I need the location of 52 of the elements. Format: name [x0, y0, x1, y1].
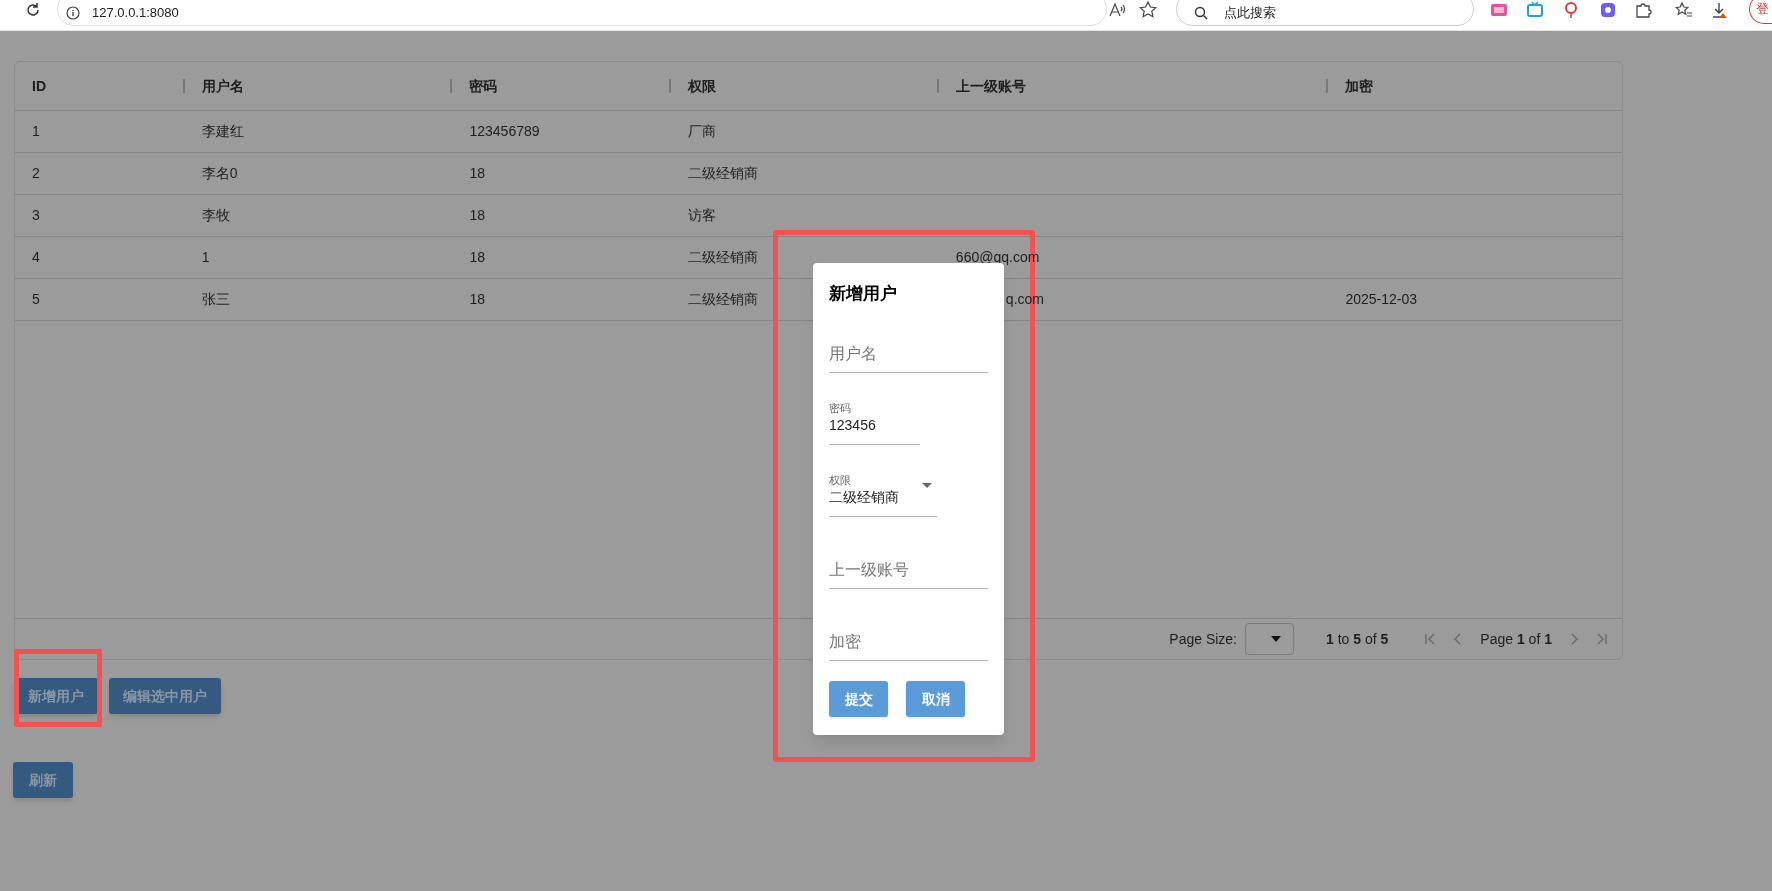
star-icon[interactable]: [1139, 1, 1157, 19]
table-cell-text: 18: [469, 248, 486, 267]
column-header[interactable]: 权限: [671, 75, 717, 97]
table-cell-text: 1: [201, 248, 210, 267]
input-field[interactable]: 上一级账号: [829, 551, 988, 589]
table-cell-text: 18: [469, 206, 486, 225]
tv-icon[interactable]: [1526, 1, 1544, 19]
table-cell-text: 张三: [201, 290, 230, 309]
table-cell-text: 4: [32, 248, 40, 267]
dropdown-caret-icon: [922, 483, 932, 488]
table-cell-text: 李牧: [201, 206, 230, 225]
column-header[interactable]: 上一级账号: [938, 75, 1026, 97]
page-indicator: Page 1 of 1: [1480, 629, 1552, 649]
read-aloud-icon[interactable]: [1108, 2, 1126, 18]
table-cell-text: 访客: [688, 206, 717, 225]
table-cell-text: 123456789: [469, 122, 540, 141]
balloon-icon[interactable]: [1562, 1, 1580, 19]
table-cell-text: 1: [32, 122, 40, 141]
url-text: 127.0.0.1:8080: [92, 4, 179, 23]
input-field[interactable]: 密码 123456: [829, 401, 920, 445]
dialog-title: 新增用户: [829, 283, 898, 301]
table-cell-text: 二级经销商: [688, 248, 759, 267]
search-icon: [1194, 6, 1208, 20]
favorites-icon[interactable]: [1675, 1, 1693, 19]
page-size-label: Page Size:: [1169, 629, 1237, 649]
table-cell-text: 2025-12-03: [1345, 290, 1417, 309]
search-placeholder: 点此搜索: [1224, 4, 1276, 23]
table-cell-text: 李名0: [201, 164, 238, 183]
table-cell-text: 5: [32, 290, 40, 309]
table-cell-text: 厂商: [688, 122, 717, 141]
input-field[interactable]: 加密: [829, 623, 988, 661]
select-field[interactable]: 权限 二级经销商: [829, 473, 937, 517]
table-cell-text: 二级经销商: [688, 290, 759, 309]
reload-icon[interactable]: [24, 1, 42, 19]
column-header[interactable]: 密码: [452, 75, 498, 97]
table-cell-text: 18: [469, 290, 486, 309]
film-icon[interactable]: [1490, 1, 1508, 19]
row-range-text: 1 to 5 of 5: [1326, 629, 1389, 649]
puzzle-icon[interactable]: [1634, 1, 1652, 19]
table-cell-text: 2: [32, 164, 40, 183]
column-header[interactable]: ID: [15, 75, 46, 97]
download-icon[interactable]: [1711, 1, 1729, 19]
column-header[interactable]: 加密: [1328, 75, 1374, 97]
input-field[interactable]: 用户名: [829, 335, 988, 373]
table-cell-text: 3: [32, 206, 40, 225]
table-cell-text: 李建红: [201, 122, 244, 141]
table-cell-text: 二级经销商: [688, 164, 759, 183]
table-cell-text: 18: [469, 164, 486, 183]
dropdown-caret-icon: [1271, 636, 1281, 642]
app-icon[interactable]: [1599, 1, 1617, 19]
column-header[interactable]: 用户名: [184, 75, 244, 97]
info-icon[interactable]: [66, 6, 80, 20]
